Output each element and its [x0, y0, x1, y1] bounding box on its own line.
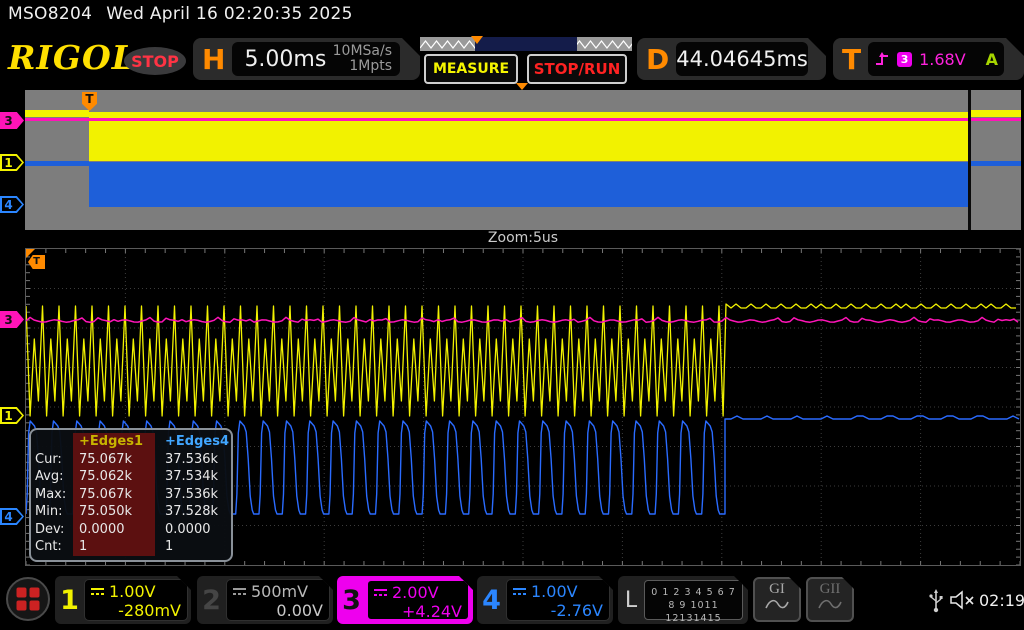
meas-value: 75.062k — [73, 468, 155, 486]
datetime: Wed April 16 02:20:35 2025 — [106, 4, 353, 24]
channel4-number: 4 — [477, 576, 506, 624]
channel2-box[interactable]: 2 500mV 0.00V — [197, 576, 333, 624]
measure-button[interactable]: MEASURE — [424, 54, 518, 84]
record-overview[interactable]: T — [25, 90, 1021, 230]
oscilloscope-screen: MSO8204Wed April 16 02:20:35 2025 RIGOL … — [0, 0, 1024, 630]
ch4-marker-main[interactable]: 4 — [0, 508, 24, 525]
ch3-marker-main[interactable]: 3 — [0, 311, 24, 328]
delay-section[interactable]: D 44.04645ms — [637, 38, 826, 80]
ch4-post-trace — [971, 161, 1021, 166]
status-bar: MSO8204 Wed April 16 02:20:35 2025 — [8, 4, 353, 24]
logic-label: L — [618, 576, 644, 624]
channel2-offset: 0.00V — [233, 601, 323, 620]
trigger-mode: A — [986, 50, 998, 69]
meas-value: 37.534k — [155, 468, 221, 486]
ch4-band — [89, 162, 968, 207]
model-name: MSO8204 — [8, 4, 92, 24]
memory-trigger-marker-icon[interactable] — [471, 36, 483, 44]
channel4-offset: -2.76V — [513, 601, 603, 620]
meas-col2-title: +Edges4 — [155, 433, 221, 451]
memory-window — [475, 37, 577, 51]
generator1-box[interactable]: GI — [753, 577, 801, 622]
trigger-section[interactable]: T 3 1.68V A — [833, 38, 1024, 80]
speaker-muted-icon[interactable] — [950, 590, 976, 610]
logic-channels-box[interactable]: L 0 1 2 3 4 5 6 7 8 9 1011 12131415 — [618, 576, 748, 624]
rigol-logo: RIGOL — [8, 38, 136, 77]
delay-value: 44.04645ms — [676, 47, 808, 71]
generator1-label: GI — [755, 581, 799, 598]
ch1-pre-trace — [25, 110, 89, 117]
trigger-level-value: 1.68V — [919, 50, 966, 69]
meas-value: 1 — [155, 538, 221, 556]
delay-label: D — [637, 43, 676, 76]
meas-value: 75.050k — [73, 503, 155, 521]
ch1-marker-overview[interactable]: 1 — [0, 154, 24, 171]
dc-coupling-icon — [233, 587, 246, 596]
meas-col1-title: +Edges1 — [73, 433, 155, 451]
meas-value: 0.0000 — [155, 521, 221, 539]
sample-rate: 10MSa/s — [333, 43, 392, 59]
ch3-trace-overview — [25, 118, 1021, 121]
dc-coupling-icon — [91, 587, 104, 596]
channel1-offset: -280mV — [91, 601, 181, 620]
sine-icon — [817, 598, 843, 611]
meas-value: 0.0000 — [73, 521, 155, 539]
measurement-panel: +Edges1 +Edges4 Cur: 75.067k 37.536k Avg… — [29, 428, 233, 562]
ch4-marker-overview[interactable]: 4 — [0, 196, 24, 213]
memory-depth: 1Mpts — [349, 58, 392, 74]
menu-grid-icon — [17, 588, 40, 611]
meas-row-label: Min: — [35, 503, 73, 521]
ch1-marker-main[interactable]: 1 — [0, 407, 24, 424]
channel3-number: 3 — [337, 576, 366, 624]
channel1-box[interactable]: 1 1.00V -280mV — [55, 576, 191, 624]
meas-row-label: Cur: — [35, 451, 73, 469]
timebase-value: 5.00ms — [232, 47, 332, 72]
trigger-label: T — [833, 43, 868, 76]
zoom-scale-label: Zoom:5us — [25, 230, 1021, 246]
ch3-marker-overview[interactable]: 3 — [0, 112, 24, 129]
trigger-source-badge: 3 — [897, 52, 912, 67]
ch4-pre-trace — [25, 161, 89, 166]
channel1-number: 1 — [55, 576, 84, 624]
horizontal-section[interactable]: H 5.00ms 10MSa/s 1Mpts — [193, 38, 420, 80]
meas-row-label: Dev: — [35, 521, 73, 539]
channel4-scale: 1.00V — [531, 582, 578, 601]
generator2-label: GII — [808, 581, 852, 598]
horizontal-label: H — [193, 43, 232, 76]
stop-run-button[interactable]: STOP/RUN — [527, 54, 627, 84]
meas-value: 37.536k — [155, 486, 221, 504]
logic-channel-numbers: 0 1 2 3 4 5 6 7 8 9 1011 12131415 — [644, 580, 743, 620]
menu-button[interactable] — [6, 577, 50, 621]
sine-icon — [764, 598, 790, 611]
channel3-box[interactable]: 3 2.00V +4.24V — [337, 576, 473, 624]
channel3-scale: 2.00V — [392, 583, 439, 602]
clock: 02:19 — [979, 591, 1024, 610]
meas-row-label: Cnt: — [35, 538, 73, 556]
meas-value: 75.067k — [73, 451, 155, 469]
dc-coupling-icon — [513, 587, 526, 596]
memory-position-strip[interactable] — [420, 37, 632, 51]
overview-trigger-marker[interactable]: T — [82, 92, 97, 111]
run-state-badge[interactable]: STOP — [124, 47, 186, 75]
channel3-offset: +4.24V — [374, 602, 462, 621]
channel2-number: 2 — [197, 576, 226, 624]
generator2-box[interactable]: GII — [806, 577, 854, 622]
usb-icon — [929, 589, 944, 613]
meas-value: 37.528k — [155, 503, 221, 521]
meas-row-label: Avg: — [35, 468, 73, 486]
meas-value: 1 — [73, 538, 155, 556]
meas-value: 75.067k — [73, 486, 155, 504]
ch1-post-trace — [971, 110, 1021, 117]
trigger-slope-icon — [874, 51, 890, 67]
acquisition-info: 10MSa/s 1Mpts — [333, 44, 400, 74]
waveform-plot: T +Edges1 +Edges4 Cur: 75.067k 37.536k A… — [25, 248, 1021, 566]
trigger-position-icon[interactable] — [516, 83, 528, 90]
channel4-box[interactable]: 4 1.00V -2.76V — [477, 576, 613, 624]
channel2-scale: 500mV — [251, 582, 308, 601]
dc-coupling-icon — [374, 588, 387, 597]
meas-row-label: Max: — [35, 486, 73, 504]
meas-value: 37.536k — [155, 451, 221, 469]
channel1-scale: 1.00V — [109, 582, 156, 601]
